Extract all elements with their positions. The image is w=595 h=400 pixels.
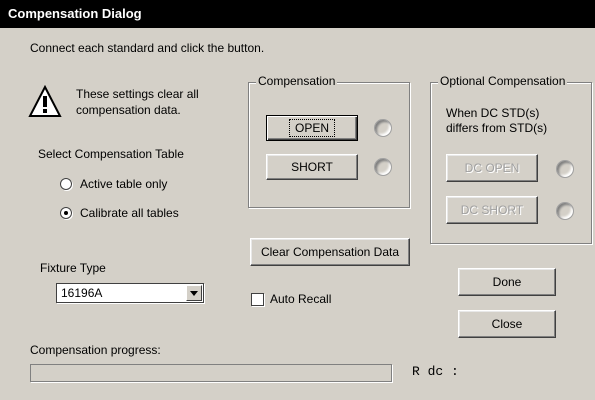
close-button[interactable]: Close — [458, 310, 556, 338]
auto-recall-checkbox[interactable] — [251, 293, 264, 306]
progress-label: Compensation progress: — [30, 343, 161, 357]
radio-label-calibrate-all-tables[interactable]: Calibrate all tables — [80, 206, 179, 220]
compensation-dialog: Compensation Dialog Connect each standar… — [0, 0, 595, 400]
dc-short-status-indicator — [556, 202, 574, 220]
radio-calibrate-all-tables[interactable] — [60, 207, 72, 219]
done-button-label: Done — [492, 275, 522, 289]
fixture-type-select[interactable]: 16196A — [56, 283, 204, 303]
warning-line-1: These settings clear all — [76, 87, 199, 101]
done-button[interactable]: Done — [458, 268, 556, 296]
fixture-type-label: Fixture Type — [40, 261, 106, 275]
radio-active-table-only[interactable] — [60, 178, 72, 190]
open-status-indicator — [374, 119, 392, 137]
warning-line-2: compensation data. — [76, 103, 181, 117]
dc-open-status-indicator — [556, 160, 574, 178]
window-title: Compensation Dialog — [8, 6, 142, 21]
clear-compensation-data-label: Clear Compensation Data — [260, 245, 400, 259]
short-button[interactable]: SHORT — [266, 154, 358, 180]
optional-note-line-2: differs from STD(s) — [446, 121, 548, 135]
rdc-label: R dc : — [412, 364, 459, 379]
instruction-text: Connect each standard and click the butt… — [30, 41, 265, 55]
dc-open-button-label: DC OPEN — [464, 161, 520, 175]
optional-note: When DC STD(s) differs from STD(s) — [446, 106, 547, 136]
radio-label-active-table-only[interactable]: Active table only — [80, 177, 167, 191]
dc-short-button[interactable]: DC SHORT — [446, 196, 538, 224]
warning-icon — [28, 84, 62, 122]
compensation-progress-bar — [30, 364, 392, 382]
title-bar: Compensation Dialog — [0, 0, 595, 28]
dc-short-button-label: DC SHORT — [460, 203, 524, 217]
clear-compensation-data-button[interactable]: Clear Compensation Data — [250, 238, 410, 266]
short-status-indicator — [374, 158, 392, 176]
dc-open-button[interactable]: DC OPEN — [446, 154, 538, 182]
fixture-type-value: 16196A — [61, 286, 103, 300]
table-select-label: Select Compensation Table — [38, 147, 184, 161]
chevron-down-icon — [190, 291, 198, 296]
open-button-label: OPEN — [288, 119, 336, 137]
auto-recall-label[interactable]: Auto Recall — [270, 292, 331, 306]
optional-compensation-group-label: Optional Compensation — [438, 74, 568, 88]
compensation-group-label: Compensation — [256, 74, 338, 88]
dropdown-button[interactable] — [186, 285, 202, 301]
close-button-label: Close — [491, 317, 523, 331]
short-button-label: SHORT — [291, 160, 333, 174]
optional-note-line-1: When DC STD(s) — [446, 106, 540, 120]
radio-selected-dot — [64, 211, 68, 215]
compensation-group — [248, 82, 410, 208]
open-button[interactable]: OPEN — [266, 115, 358, 141]
warning-text: These settings clear all compensation da… — [76, 86, 199, 118]
